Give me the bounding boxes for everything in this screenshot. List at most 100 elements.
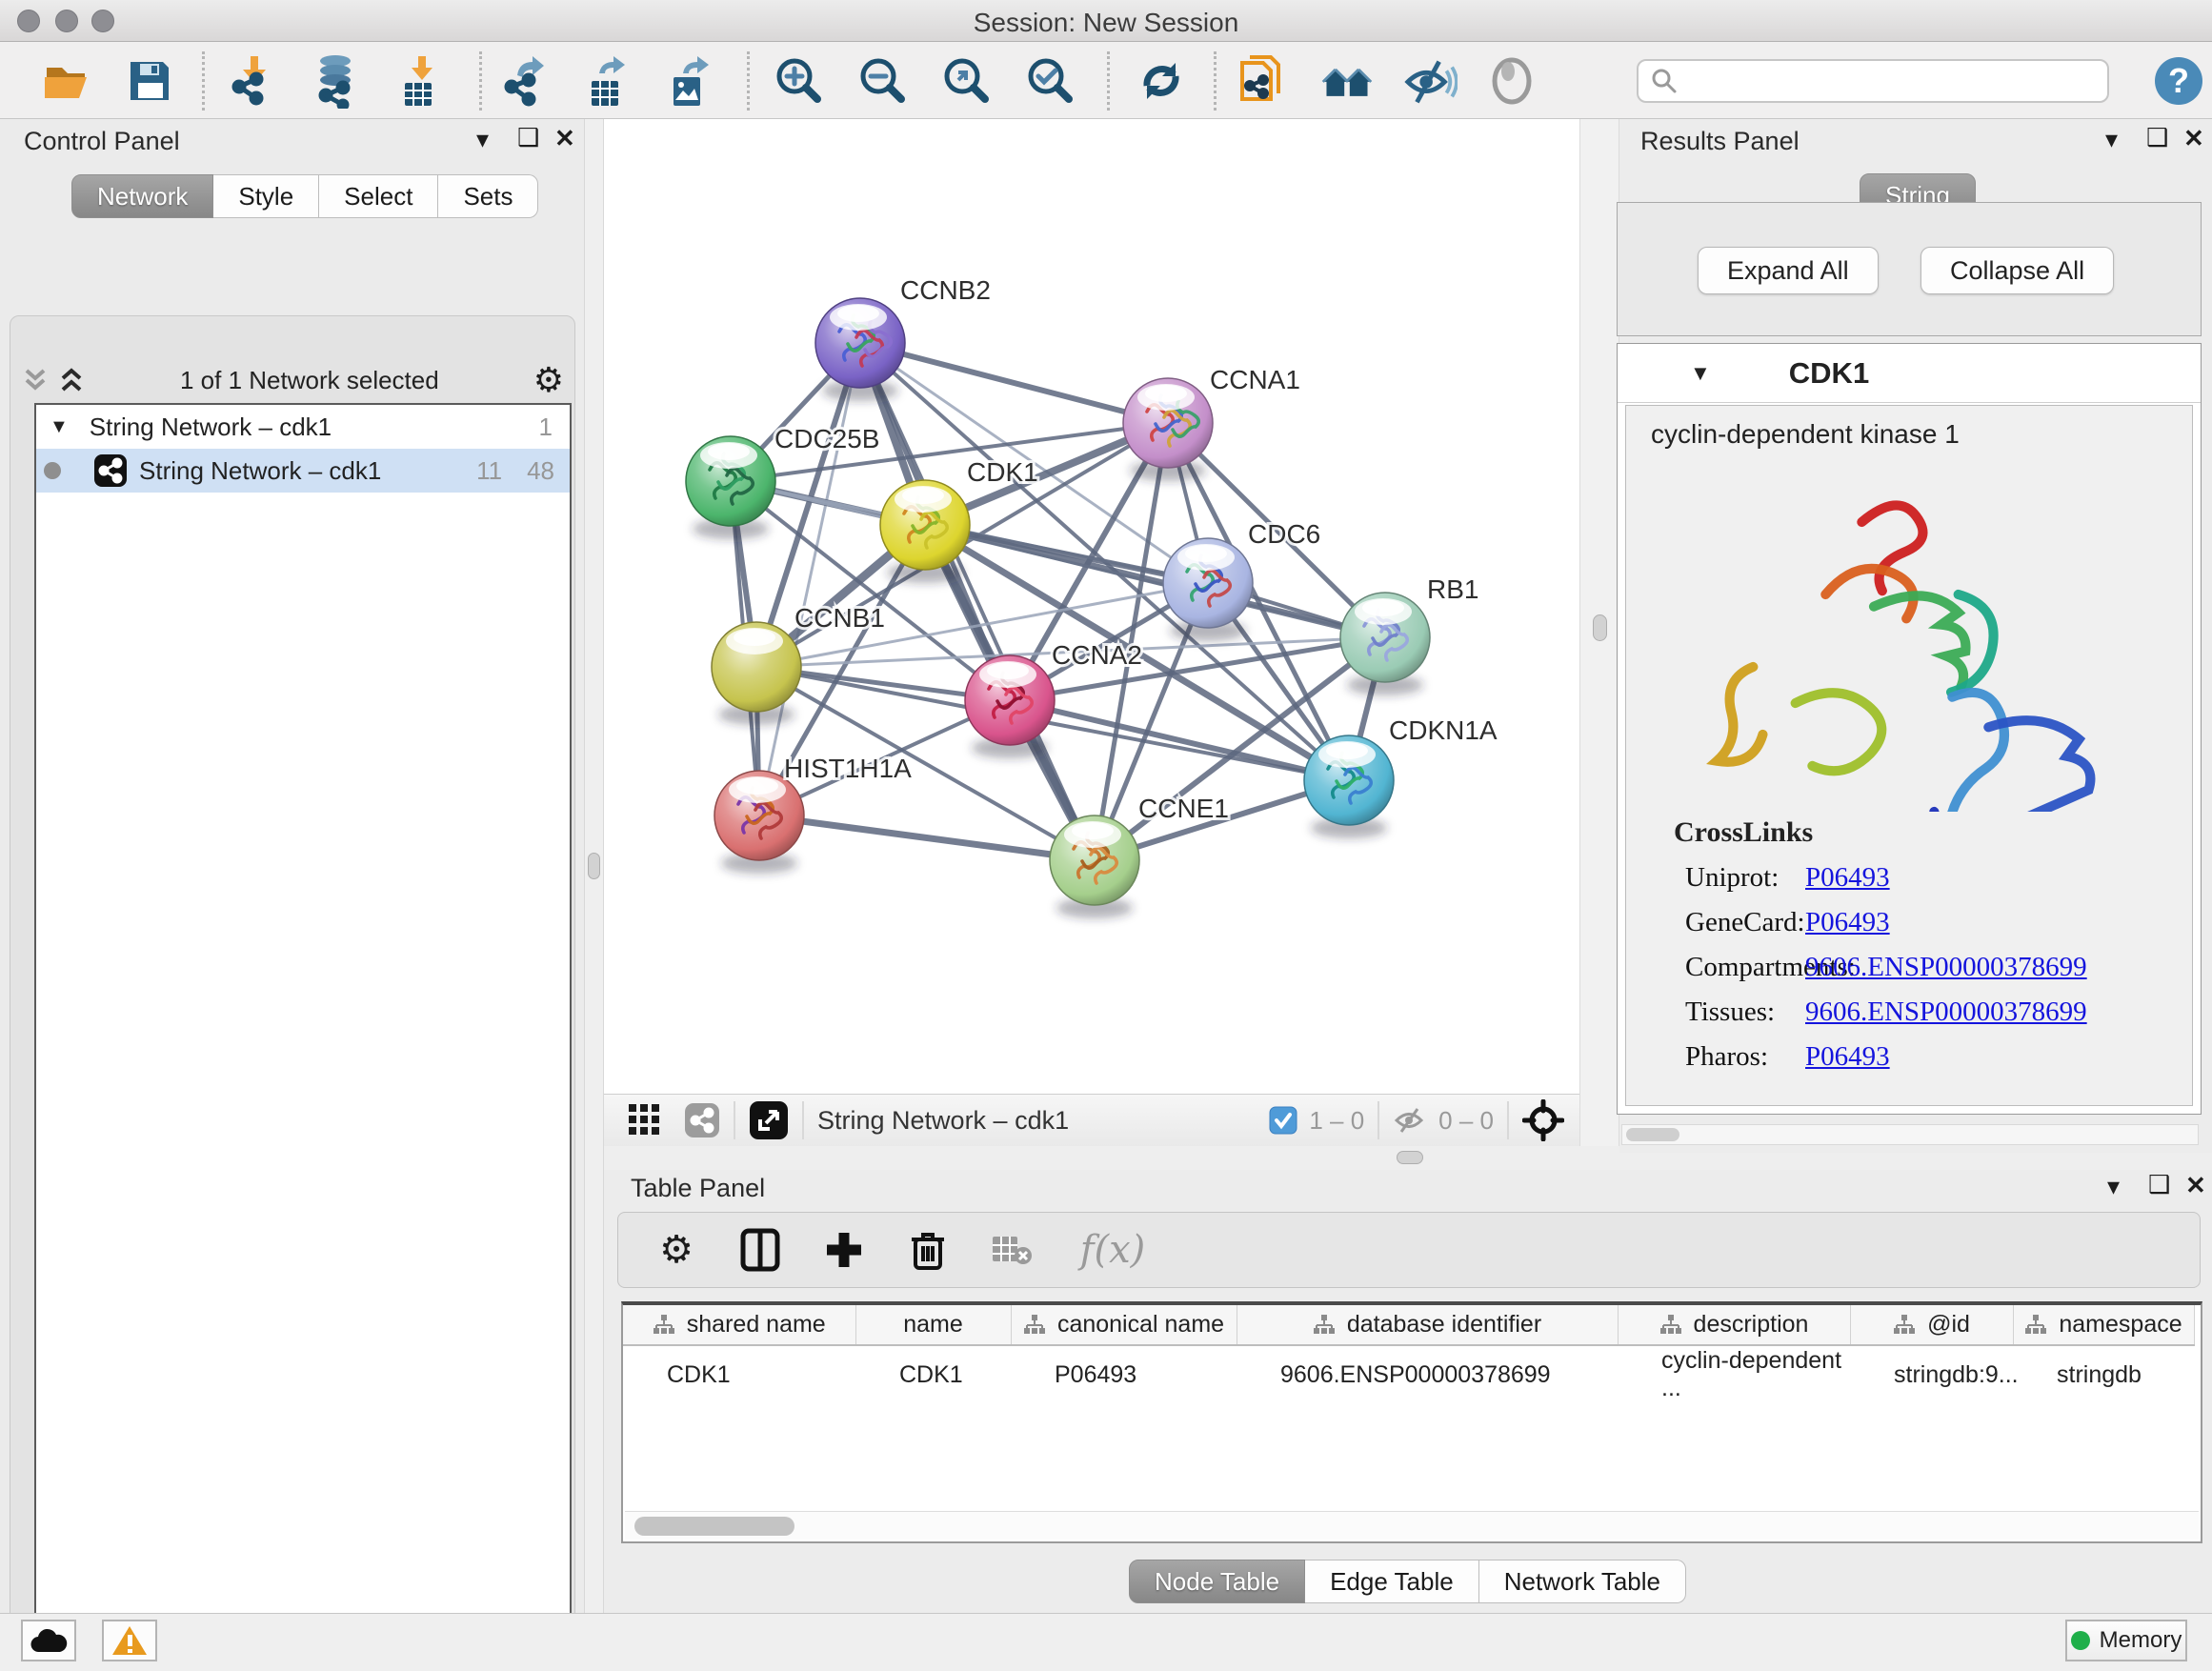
network-edge-HIST1H1A-CCNE1[interactable] — [759, 815, 1095, 860]
float-panel-icon[interactable]: ▾ — [476, 127, 489, 151]
string-panel-icon[interactable] — [684, 1102, 720, 1138]
show-columns-button[interactable] — [734, 1224, 786, 1276]
network-node-CDKN1A[interactable] — [1304, 735, 1394, 838]
network-node-CDK1[interactable] — [880, 480, 970, 583]
column-header-canonical-name[interactable]: canonical name — [1011, 1305, 1237, 1345]
collection-expand-arrow-icon[interactable]: ▼ — [50, 416, 69, 438]
results-scrollbar[interactable] — [1621, 1124, 2199, 1145]
import-table-button[interactable] — [394, 53, 450, 109]
float-panel-icon[interactable]: ▾ — [2107, 1174, 2120, 1198]
table-cell[interactable]: CDK1 — [855, 1345, 1011, 1403]
network-node-CDC25B[interactable] — [686, 436, 775, 539]
table-cell[interactable]: cyclin-dependent ... — [1618, 1345, 1850, 1403]
crosslink-link[interactable]: 9606.ENSP00000378699 — [1805, 952, 2087, 983]
zoom-out-button[interactable] — [855, 53, 911, 109]
right-splitter[interactable] — [1579, 119, 1619, 1153]
tab-network-table[interactable]: Network Table — [1479, 1560, 1686, 1603]
network-node-CCNA2[interactable] — [965, 655, 1055, 758]
string-home-button[interactable] — [1319, 53, 1375, 109]
open-session-button[interactable] — [40, 53, 95, 109]
zoom-in-button[interactable] — [772, 53, 827, 109]
table-cell[interactable]: 9606.ENSP00000378699 — [1237, 1345, 1618, 1403]
export-image-button[interactable] — [663, 53, 718, 109]
table-cell[interactable]: stringdb — [2013, 1345, 2194, 1403]
export-table-button[interactable] — [581, 53, 636, 109]
close-panel-icon[interactable]: ✕ — [554, 126, 575, 151]
add-column-button[interactable] — [818, 1224, 870, 1276]
selected-checkbox-icon[interactable] — [1269, 1106, 1297, 1135]
network-node-CCNE1[interactable] — [1050, 815, 1139, 918]
fit-content-crosshair-icon[interactable] — [1522, 1099, 1564, 1141]
maximize-panel-icon[interactable]: ❑ — [517, 125, 539, 150]
column-header-description[interactable]: description — [1618, 1305, 1850, 1345]
node-table-grid[interactable]: shared namenamecanonical namedatabase id… — [623, 1305, 2195, 1403]
network-node-CCNB2[interactable] — [815, 298, 905, 401]
network-node-CCNB1[interactable] — [712, 622, 801, 725]
splitter-handle[interactable] — [1397, 1151, 1423, 1164]
birds-eye-grid-icon[interactable] — [629, 1104, 661, 1137]
show-glass-button[interactable] — [1484, 53, 1539, 109]
table-cell[interactable]: stringdb:9... — [1850, 1345, 2013, 1403]
network-collection-row[interactable]: ▼ String Network – cdk1 1 — [36, 405, 570, 449]
expand-all-icon[interactable] — [57, 365, 86, 395]
expand-all-button[interactable]: Expand All — [1698, 247, 1879, 294]
left-splitter[interactable] — [584, 119, 604, 1613]
save-session-button[interactable] — [122, 53, 177, 109]
maximize-panel-icon[interactable]: ❑ — [2148, 1172, 2170, 1197]
network-options-gear-icon[interactable]: ⚙ — [533, 361, 564, 399]
table-row[interactable]: CDK1CDK1P064939606.ENSP00000378699cyclin… — [623, 1345, 2194, 1403]
tab-select[interactable]: Select — [319, 174, 438, 218]
tab-sets[interactable]: Sets — [438, 174, 538, 218]
network-node-HIST1H1A[interactable] — [714, 771, 804, 874]
table-cell[interactable]: CDK1 — [623, 1345, 855, 1403]
crosslink-link[interactable]: 9606.ENSP00000378699 — [1805, 997, 2087, 1028]
tab-network[interactable]: Network — [71, 174, 213, 218]
network-edge-CCNB2-HIST1H1A[interactable] — [759, 343, 860, 815]
close-panel-icon[interactable]: ✕ — [2185, 1173, 2206, 1198]
crosslink-link[interactable]: P06493 — [1805, 1041, 1890, 1073]
zoom-fit-button[interactable] — [939, 53, 995, 109]
open-in-window-icon[interactable] — [749, 1100, 789, 1140]
refresh-view-button[interactable] — [1134, 53, 1189, 109]
import-network-file-button[interactable] — [227, 53, 282, 109]
table-hscrollbar[interactable] — [625, 1511, 2199, 1540]
memory-button[interactable]: Memory — [2065, 1620, 2187, 1661]
collapse-all-button[interactable]: Collapse All — [1920, 247, 2114, 294]
network-node-CDC6[interactable] — [1163, 538, 1253, 641]
float-panel-icon[interactable]: ▾ — [2105, 127, 2118, 151]
column-header-name[interactable]: name — [855, 1305, 1011, 1345]
collapse-entry-arrow-icon[interactable]: ▼ — [1690, 361, 1711, 386]
table-options-button[interactable]: ⚙ — [651, 1224, 702, 1276]
help-button[interactable]: ? — [2151, 53, 2206, 109]
column-header-namespace[interactable]: namespace — [2013, 1305, 2194, 1345]
network-canvas[interactable]: CCNB2CCNA1CDC25BCDK1CDC6RB1CCNB1CCNA2CDK… — [604, 119, 1579, 1094]
splitter-handle[interactable] — [588, 853, 600, 879]
network-node-RB1[interactable] — [1340, 593, 1430, 695]
scrollbar-thumb[interactable] — [1626, 1128, 1679, 1141]
column-header--id[interactable]: @id — [1850, 1305, 2013, 1345]
network-row-selected[interactable]: String Network – cdk1 11 48 — [36, 449, 570, 493]
collapse-all-icon[interactable] — [21, 365, 50, 395]
tab-node-table[interactable]: Node Table — [1129, 1560, 1305, 1603]
cloud-status-button[interactable] — [21, 1620, 76, 1661]
column-header-database-identifier[interactable]: database identifier — [1237, 1305, 1618, 1345]
warning-status-button[interactable] — [102, 1620, 157, 1661]
scrollbar-thumb[interactable] — [634, 1517, 794, 1536]
results-entry-header[interactable]: ▼ CDK1 — [1618, 344, 2201, 403]
column-header-shared-name[interactable]: shared name — [623, 1305, 855, 1345]
crosslink-link[interactable]: P06493 — [1805, 862, 1890, 894]
tab-style[interactable]: Style — [213, 174, 319, 218]
search-input[interactable] — [1679, 66, 2088, 97]
node-table-header[interactable]: shared namenamecanonical namedatabase id… — [623, 1305, 2194, 1345]
import-network-database-button[interactable] — [311, 53, 366, 109]
table-cell[interactable]: P06493 — [1011, 1345, 1237, 1403]
splitter-handle[interactable] — [1593, 614, 1607, 641]
string-import-button[interactable] — [1235, 53, 1290, 109]
zoom-selected-button[interactable] — [1023, 53, 1078, 109]
delete-column-button[interactable] — [902, 1224, 954, 1276]
export-network-button[interactable] — [499, 53, 554, 109]
hide-glass-button[interactable] — [1402, 53, 1458, 109]
tab-edge-table[interactable]: Edge Table — [1305, 1560, 1479, 1603]
crosslink-link[interactable]: P06493 — [1805, 907, 1890, 938]
close-panel-icon[interactable]: ✕ — [2183, 126, 2204, 151]
